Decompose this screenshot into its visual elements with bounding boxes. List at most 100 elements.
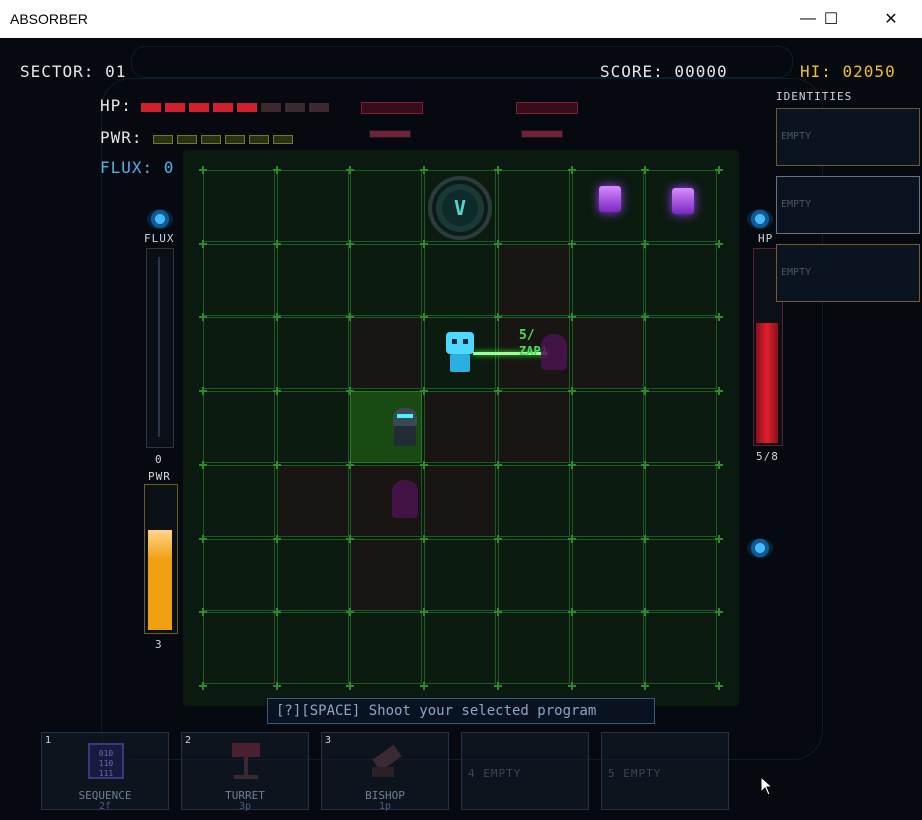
- grid-crosshair: [714, 239, 723, 248]
- board-cell[interactable]: [203, 391, 275, 464]
- identity-slot[interactable]: EMPTY: [776, 108, 920, 166]
- board-cell[interactable]: [571, 243, 644, 316]
- hp-segment: [261, 103, 281, 112]
- grid-crosshair: [641, 313, 650, 322]
- program-slot-1[interactable]: 1 010 110 111 SEQUENCE 2f: [41, 732, 169, 812]
- board-cell[interactable]: [497, 612, 570, 685]
- identities-title: IDENTITIES: [776, 90, 853, 103]
- orb-icon: [747, 538, 773, 558]
- program-slot-5[interactable]: 5 EMPTY: [601, 732, 729, 810]
- decorative-light: [361, 102, 423, 114]
- board-cell[interactable]: [497, 464, 570, 537]
- maximize-button[interactable]: ☐: [808, 0, 854, 38]
- hp-meter-title: HP: [758, 232, 774, 245]
- grid-crosshair: [641, 534, 650, 543]
- board-cell[interactable]: [203, 317, 275, 390]
- grid-crosshair: [346, 608, 355, 617]
- board-cell[interactable]: [424, 464, 497, 537]
- board-cell[interactable]: [571, 612, 644, 685]
- hp-segment: [141, 103, 161, 112]
- board-cell[interactable]: [571, 538, 644, 611]
- board-cell[interactable]: [203, 170, 275, 242]
- grid-crosshair: [199, 166, 207, 174]
- board-cell[interactable]: [645, 317, 718, 390]
- grid-crosshair: [641, 239, 650, 248]
- board-cell[interactable]: [350, 538, 423, 611]
- data-crystal-icon: [599, 186, 621, 212]
- board-cell[interactable]: [276, 317, 349, 390]
- slot-cost: 2f: [98, 801, 112, 812]
- program-slot-3[interactable]: 3 BISHOP 1p: [321, 732, 449, 812]
- pwr-meter-value: 3: [155, 638, 163, 651]
- board-cell[interactable]: [571, 391, 644, 464]
- board-cell[interactable]: [350, 612, 423, 685]
- program-slot-2[interactable]: 2 TURRET 3p: [181, 732, 309, 812]
- enemy-ghost-icon: [392, 480, 418, 518]
- board-cell[interactable]: [497, 243, 570, 316]
- board-cell[interactable]: [203, 243, 275, 316]
- board-cell[interactable]: [497, 170, 570, 242]
- flux-meter: [146, 248, 174, 448]
- board-cell[interactable]: [276, 464, 349, 537]
- board-cell[interactable]: [276, 538, 349, 611]
- vault-letter: V: [453, 196, 467, 220]
- hp-segment: [237, 103, 257, 112]
- player-robot-icon: [444, 332, 476, 374]
- board-cell[interactable]: [497, 538, 570, 611]
- grid-crosshair: [272, 313, 281, 322]
- board-cell[interactable]: [645, 391, 718, 464]
- board-cell[interactable]: [571, 464, 644, 537]
- enemy-ghost-icon: [541, 334, 567, 370]
- board-cell[interactable]: [424, 391, 497, 464]
- flux-meter-value: 0: [155, 453, 163, 466]
- board-cell[interactable]: [424, 538, 497, 611]
- hp-meter-fill: [756, 323, 778, 443]
- board-cell[interactable]: [276, 612, 349, 685]
- hp-bar: [141, 97, 333, 116]
- grid-crosshair: [420, 239, 429, 248]
- board-cell[interactable]: [276, 243, 349, 316]
- flux-orb-icon: [147, 209, 173, 229]
- grid-crosshair: [567, 534, 576, 543]
- board-cell[interactable]: [350, 317, 423, 390]
- board-cell[interactable]: [350, 170, 423, 242]
- grid-crosshair: [199, 608, 207, 617]
- pwr-segment: [249, 135, 269, 144]
- grid-crosshair: [641, 608, 650, 617]
- board-cell[interactable]: [497, 391, 570, 464]
- identity-slot[interactable]: EMPTY: [776, 176, 920, 234]
- pwr-segment: [153, 135, 173, 144]
- board-cell[interactable]: [645, 464, 718, 537]
- hp-segment: [213, 103, 233, 112]
- hp-segment: [165, 103, 185, 112]
- board-cell[interactable]: [276, 170, 349, 242]
- grid-crosshair: [199, 460, 207, 469]
- grid-crosshair: [420, 313, 429, 322]
- board-cell[interactable]: [276, 391, 349, 464]
- game-viewport[interactable]: SECTOR: 01 SCORE: 00000 HI: 02050 HP: PW…: [1, 38, 921, 820]
- slot-cost: 3p: [238, 801, 252, 812]
- board-cell[interactable]: [203, 464, 275, 537]
- board-cell[interactable]: [645, 538, 718, 611]
- grid-crosshair: [272, 681, 281, 690]
- board-cell[interactable]: [203, 538, 275, 611]
- board-cell[interactable]: [424, 612, 497, 685]
- grid-crosshair: [714, 387, 723, 396]
- program-slot-4[interactable]: 4 EMPTY: [461, 732, 589, 810]
- hp-segment: [309, 103, 329, 112]
- hint-bar: [?][SPACE] Shoot your selected program: [267, 698, 655, 724]
- board-cell[interactable]: [645, 612, 718, 685]
- close-button[interactable]: ✕: [868, 0, 914, 38]
- grid-crosshair: [714, 460, 723, 469]
- board-cell[interactable]: [203, 612, 275, 685]
- grid-crosshair: [272, 460, 281, 469]
- board-cell[interactable]: [645, 243, 718, 316]
- grid-crosshair: [493, 387, 502, 396]
- board-cell[interactable]: [350, 243, 423, 316]
- slot-empty-label: 4 EMPTY: [468, 767, 522, 780]
- board-cell[interactable]: [424, 243, 497, 316]
- slot-empty-label: 5 EMPTY: [608, 767, 662, 780]
- identity-slot[interactable]: EMPTY: [776, 244, 920, 302]
- grid-crosshair: [272, 608, 281, 617]
- board-cell[interactable]: [571, 317, 644, 390]
